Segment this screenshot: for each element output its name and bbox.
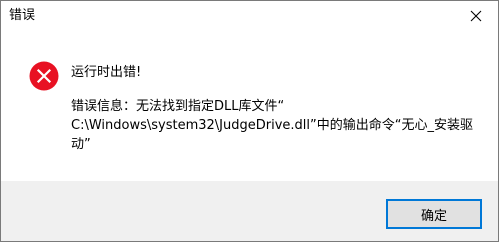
title-bar: 错误 — [1, 1, 498, 31]
close-icon — [470, 10, 481, 22]
window-title: 错误 — [9, 8, 36, 23]
ok-button[interactable]: 确定 — [386, 199, 482, 229]
button-bar: 确定 — [1, 181, 498, 241]
close-button[interactable] — [453, 1, 498, 31]
error-icon — [29, 61, 59, 91]
message-line: 动” — [71, 137, 91, 152]
dialog-content: 运行时出错! 错误信息：无法找到指定DLL库文件“ C:\Windows\sys… — [1, 31, 498, 181]
message-line: 错误信息：无法找到指定DLL库文件“ — [71, 99, 285, 114]
error-heading: 运行时出错! — [71, 65, 142, 80]
error-message: 错误信息：无法找到指定DLL库文件“ C:\Windows\system32\J… — [71, 97, 476, 154]
error-dialog: 错误 运行时出错! 错误信息：无法找到指定DLL库文件“ C:\Windows\… — [0, 0, 499, 242]
message-line: C:\Windows\system32\JudgeDrive.dll”中的输出命… — [71, 118, 473, 133]
